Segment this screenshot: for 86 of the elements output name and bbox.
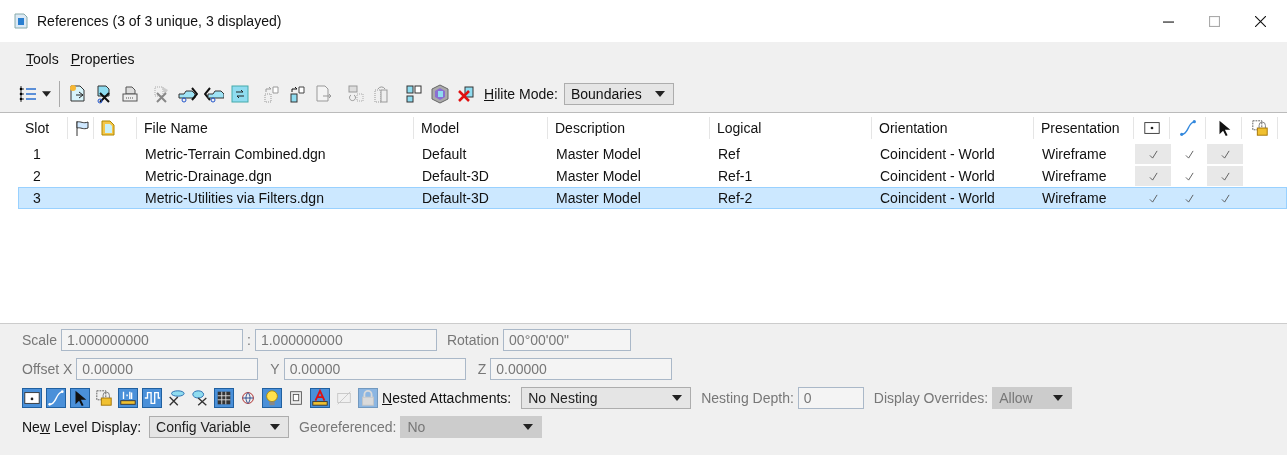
hilite-mode-dropdown[interactable]: Boundaries bbox=[563, 83, 674, 105]
tree-view-button[interactable] bbox=[18, 84, 51, 104]
menu-item[interactable]: Tools bbox=[26, 49, 59, 69]
check-icon[interactable] bbox=[1184, 171, 1194, 181]
display-icon bbox=[1142, 119, 1161, 137]
table-cell-text: Master Model bbox=[555, 146, 642, 162]
field-label: Nested Attachments: bbox=[382, 390, 512, 406]
table-cell-text: Ref bbox=[717, 146, 741, 162]
field-label: Scale bbox=[22, 332, 58, 348]
scissors-toggle[interactable] bbox=[190, 388, 210, 408]
bulb-toggle[interactable] bbox=[262, 388, 282, 408]
text-style-toggle[interactable] bbox=[310, 388, 330, 408]
lock-toggle[interactable] bbox=[94, 388, 114, 408]
caret-icon bbox=[42, 91, 51, 97]
caret-icon bbox=[1053, 395, 1064, 401]
caret-icon bbox=[270, 424, 281, 430]
check-icon[interactable] bbox=[1220, 149, 1230, 159]
check-icon[interactable] bbox=[1148, 193, 1158, 203]
pointer-toggle[interactable] bbox=[70, 388, 90, 408]
check-icon[interactable] bbox=[1148, 171, 1158, 181]
field-label: Hilite Mode: bbox=[484, 86, 558, 102]
table-cell-text: Default-3D bbox=[421, 168, 490, 184]
maximize-icon bbox=[1208, 15, 1220, 27]
column-header[interactable]: Orientation bbox=[872, 117, 1034, 139]
table-row[interactable]: 1 Metric-Terrain Combined.dgn Default Master Model Ref Coincident - World Wireframe bbox=[18, 143, 1287, 165]
separator-label: : bbox=[247, 332, 251, 348]
column-header[interactable]: Logical bbox=[710, 117, 872, 139]
table-cell-text: Metric-Terrain Combined.dgn bbox=[144, 146, 327, 162]
table-cell-text: 1 bbox=[32, 146, 42, 162]
wave-toggle[interactable] bbox=[142, 388, 162, 408]
table-cell-text: Metric-Utilities via Filters.dgn bbox=[144, 190, 325, 206]
grid-toggle[interactable] bbox=[214, 388, 234, 408]
table-cell-text: Wireframe bbox=[1041, 168, 1108, 184]
column-header[interactable]: Description bbox=[548, 117, 710, 139]
caret-icon bbox=[654, 91, 665, 97]
table-cell-text: Coincident - World bbox=[879, 190, 996, 206]
check-icon[interactable] bbox=[1184, 193, 1194, 203]
scissors-toggle[interactable] bbox=[166, 388, 186, 408]
caret-icon bbox=[523, 424, 534, 430]
snap-curve-icon bbox=[1178, 119, 1197, 137]
close-icon bbox=[1254, 15, 1266, 27]
field-label: Display Overrides: bbox=[873, 390, 989, 406]
hexagon-icon[interactable] bbox=[430, 84, 450, 104]
flag-icon bbox=[75, 120, 89, 136]
nested-attachments-dropdown[interactable]: No Nesting bbox=[521, 387, 692, 409]
table-cell-text: Wireframe bbox=[1041, 190, 1108, 206]
table-cell-text: 2 bbox=[32, 168, 42, 184]
field-label: New Level Display: bbox=[22, 419, 142, 435]
check-icon[interactable] bbox=[1184, 149, 1194, 159]
table-cell-text: Master Model bbox=[555, 190, 642, 206]
column-header[interactable]: Model bbox=[414, 117, 548, 139]
table-cell-text: Default-3D bbox=[421, 190, 490, 206]
table-cell-text: Metric-Drainage.dgn bbox=[144, 168, 273, 184]
table-cell-text: Default bbox=[421, 146, 468, 162]
delete-icon[interactable] bbox=[456, 84, 476, 104]
table-cell-text: Ref-1 bbox=[717, 168, 754, 184]
scale-toggle[interactable] bbox=[118, 388, 138, 408]
column-header[interactable]: Slot bbox=[18, 117, 68, 139]
menu-item[interactable]: Properties bbox=[70, 49, 135, 69]
caret-icon bbox=[672, 395, 683, 401]
field-label: Nesting Depth: bbox=[701, 390, 794, 406]
table-cell-text: Ref-2 bbox=[717, 190, 754, 206]
column-header[interactable]: Presentation bbox=[1034, 117, 1134, 139]
window-title: References (3 of 3 unique, 3 displayed) bbox=[37, 13, 282, 29]
table-cell-text: Wireframe bbox=[1041, 146, 1108, 162]
table-row[interactable]: 2 Metric-Drainage.dgn Default-3D Master Model Ref-1 Coincident - World Wireframe bbox=[18, 165, 1287, 187]
field-label: Offset X bbox=[22, 361, 73, 377]
snap-curve-toggle[interactable] bbox=[46, 388, 66, 408]
table-cell-text: 3 bbox=[32, 190, 42, 206]
column-header[interactable]: File Name bbox=[137, 117, 414, 139]
table-row[interactable]: 3 Metric-Utilities via Filters.dgn Default-3D Master Model Ref-2 Coincident - World Wireframe bbox=[18, 187, 1287, 209]
field-label: Georeferenced: bbox=[299, 419, 397, 435]
field-label: Rotation bbox=[446, 332, 500, 348]
check-icon[interactable] bbox=[1220, 193, 1230, 203]
field-label: Y bbox=[270, 361, 280, 377]
level-display-dropdown[interactable]: Config Variable bbox=[149, 416, 290, 438]
table-cell-text: Master Model bbox=[555, 168, 642, 184]
check-icon[interactable] bbox=[1148, 149, 1158, 159]
lock-icon bbox=[1250, 119, 1269, 137]
field-label: Z bbox=[477, 361, 487, 377]
check-icon[interactable] bbox=[1220, 171, 1230, 181]
lock-toggle[interactable] bbox=[358, 388, 378, 408]
table-cell-text: Coincident - World bbox=[879, 168, 996, 184]
table-cell-text: Coincident - World bbox=[879, 146, 996, 162]
refresh-icon[interactable] bbox=[230, 84, 250, 104]
display-toggle[interactable] bbox=[22, 388, 42, 408]
